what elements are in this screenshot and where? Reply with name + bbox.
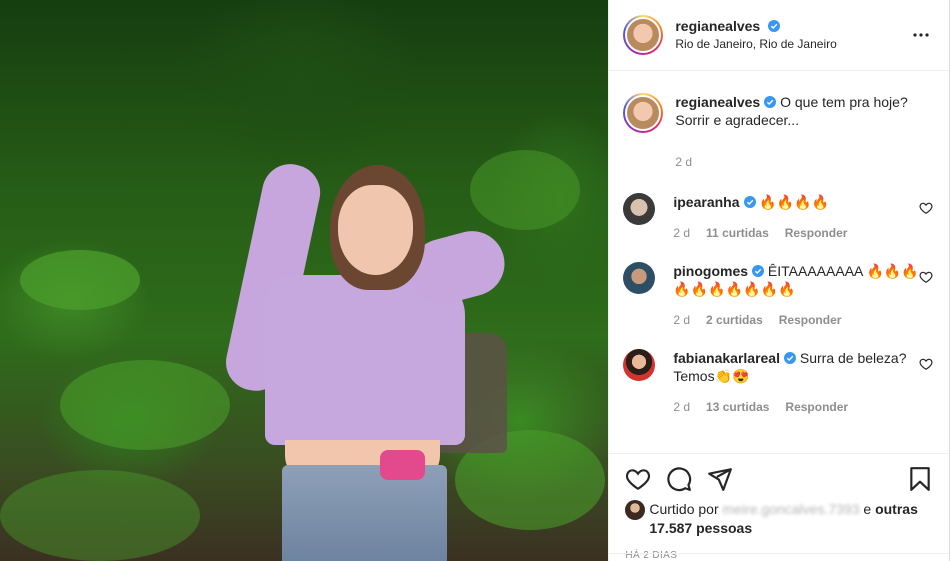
jeans — [282, 465, 447, 561]
instagram-post: regianealves Rio de Janeiro, Rio de Jane… — [0, 0, 950, 561]
comment-likes[interactable]: 11 curtidas — [706, 224, 769, 242]
bookmark-icon[interactable] — [907, 466, 933, 492]
commenter-username[interactable]: pinogomes — [673, 263, 748, 279]
comment-icon[interactable] — [666, 466, 692, 492]
comment-likes[interactable]: 2 curtidas — [706, 311, 763, 329]
liker-avatar[interactable] — [625, 500, 646, 520]
heart-icon[interactable] — [919, 270, 933, 284]
post-date[interactable]: HÁ 2 DIAS — [625, 550, 933, 561]
reply-button[interactable]: Responder — [779, 311, 842, 329]
comment-time[interactable]: 2 d — [673, 398, 690, 416]
pink-waistband — [380, 450, 425, 480]
heart-icon[interactable] — [919, 201, 933, 215]
post-side-panel: regianealves Rio de Janeiro, Rio de Jane… — [608, 0, 949, 561]
verified-badge-icon — [764, 96, 777, 108]
comment-likes[interactable]: 13 curtidas — [706, 398, 769, 416]
more-horizontal-icon[interactable] — [909, 23, 933, 47]
foliage — [20, 250, 140, 310]
foliage — [0, 470, 200, 561]
comment-text: 🔥🔥🔥🔥 — [759, 194, 830, 210]
heart-icon[interactable] — [625, 466, 651, 492]
heart-icon[interactable] — [919, 357, 933, 371]
foliage — [60, 360, 230, 450]
caption: regianealves O que tem pra hoje? Sorrir … — [623, 93, 933, 171]
liked-and: e — [863, 501, 872, 517]
caption-avatar[interactable] — [623, 93, 664, 133]
post-photo[interactable] — [0, 0, 609, 561]
action-icons — [625, 464, 933, 494]
comment-time[interactable]: 2 d — [673, 224, 690, 242]
divider — [609, 553, 949, 554]
liked-prefix: Curtido por — [649, 501, 719, 517]
face — [338, 185, 413, 275]
comments-list: regianealves O que tem pra hoje? Sorrir … — [609, 71, 949, 453]
comment-meta: 2 d 2 curtidas Responder — [673, 311, 919, 329]
author-info: regianealves Rio de Janeiro, Rio de Jane… — [675, 17, 909, 53]
reply-button[interactable]: Responder — [785, 224, 848, 242]
comment-item: pinogomes ÊITAAAAAAAA 🔥🔥🔥🔥🔥🔥🔥🔥🔥🔥 2 d 2 c… — [623, 262, 933, 329]
caption-username[interactable]: regianealves — [675, 94, 760, 110]
comment-time[interactable]: 2 d — [673, 311, 690, 329]
verified-badge-icon — [768, 20, 781, 32]
commenter-avatar[interactable] — [623, 262, 656, 294]
comment-meta: 2 d 11 curtidas Responder — [673, 224, 919, 242]
author-avatar[interactable] — [623, 15, 664, 55]
liked-by: Curtido por meire.goncalves.7393 e outra… — [625, 500, 933, 538]
post-header: regianealves Rio de Janeiro, Rio de Jane… — [609, 0, 949, 71]
location-link[interactable]: Rio de Janeiro, Rio de Janeiro — [675, 35, 909, 53]
commenter-username[interactable]: fabianakarlareal — [673, 350, 780, 366]
reply-button[interactable]: Responder — [785, 398, 848, 416]
author-username[interactable]: regianealves — [675, 18, 760, 34]
comment-meta: 2 d 13 curtidas Responder — [673, 398, 919, 416]
commenter-avatar[interactable] — [623, 349, 656, 381]
commenter-avatar[interactable] — [623, 193, 656, 225]
caption-time[interactable]: 2 d — [675, 153, 933, 171]
share-icon[interactable] — [707, 466, 733, 492]
commenter-username[interactable]: ipearanha — [673, 194, 739, 210]
comment-item: fabianakarlareal Surra de beleza? Temos👏… — [623, 349, 933, 416]
post-actions: Curtido por meire.goncalves.7393 e outra… — [609, 453, 949, 561]
liked-user[interactable]: meire.goncalves.7393 — [723, 501, 860, 517]
verified-badge-icon — [783, 352, 796, 364]
verified-badge-icon — [743, 196, 756, 208]
woman-figure — [220, 158, 512, 561]
comment-item: ipearanha 🔥🔥🔥🔥 2 d 11 curtidas Responder — [623, 193, 933, 242]
verified-badge-icon — [752, 265, 765, 277]
